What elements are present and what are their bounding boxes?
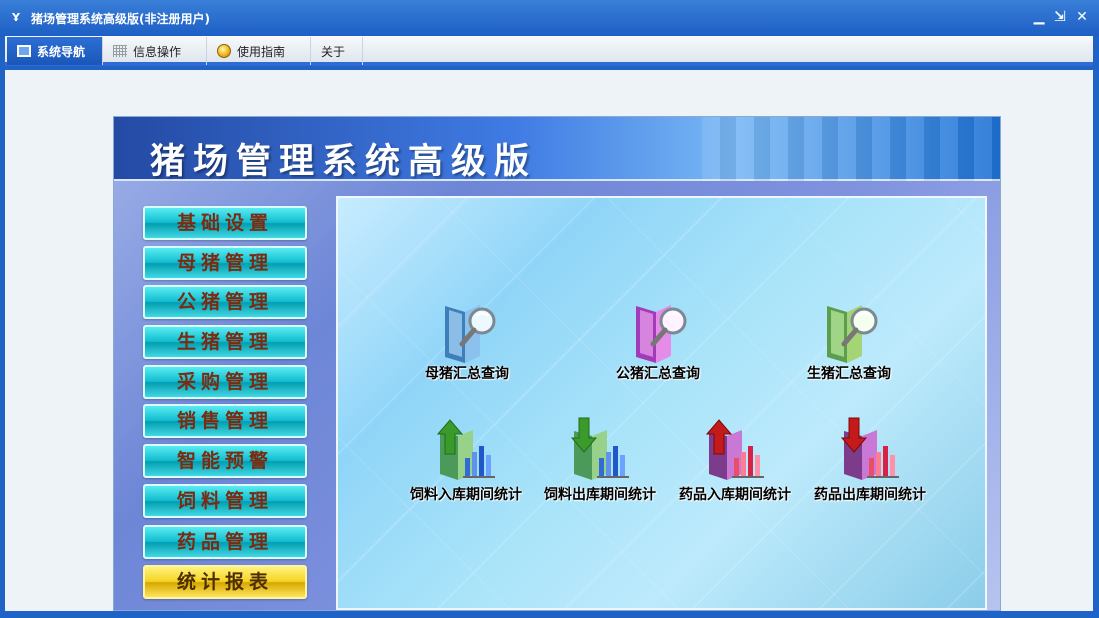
tab-about[interactable]: 关于 [311, 37, 363, 65]
title-bar[interactable]: Ұ 猪场管理系统高级版(非注册用户) ▁ ⇲ ✕ [0, 0, 1099, 36]
sidebar-item-smart-warning[interactable]: 智能预警 [143, 444, 307, 478]
sidebar-item-boar-management[interactable]: 公猪管理 [143, 285, 307, 319]
sow-summary-query-button[interactable]: 母猪汇总查询 [407, 301, 527, 383]
feed-inbound-statistics-button[interactable]: 饲料入库期间统计 [400, 416, 532, 504]
minimize-icon[interactable]: ▁ [1030, 8, 1048, 26]
pink-folder-magnifier-icon [636, 305, 687, 363]
system-title: 猪场管理系统高级版 [150, 142, 538, 182]
sidebar-item-sales-management[interactable]: 销售管理 [143, 404, 307, 438]
pig-summary-query-button[interactable]: 生猪汇总查询 [789, 301, 909, 383]
red-up-arrow-chart-icon [705, 419, 764, 480]
statistics-label: 药品出库期间统计 [814, 487, 926, 503]
sidebar-item-basic-settings[interactable]: 基础设置 [143, 206, 307, 240]
tab-user-guide[interactable]: 使用指南 [207, 37, 311, 65]
tab-information-operation[interactable]: 信息操作 [103, 37, 207, 65]
system-header: 猪场管理系统高级版 [114, 117, 1000, 182]
navigation-icon [17, 45, 31, 57]
blue-folder-magnifier-icon [445, 305, 496, 363]
statistics-label: 饲料出库期间统计 [544, 487, 656, 503]
query-label: 公猪汇总查询 [616, 366, 700, 382]
window-title: 猪场管理系统高级版(非注册用户) [31, 12, 210, 26]
tab-label: 关于 [321, 44, 346, 59]
tab-label: 使用指南 [237, 44, 286, 59]
sidebar-item-medicine-management[interactable]: 药品管理 [143, 525, 307, 559]
green-up-arrow-chart-icon [436, 419, 495, 480]
sidebar-item-pig-management[interactable]: 生猪管理 [143, 325, 307, 359]
statistics-label: 饲料入库期间统计 [410, 487, 522, 503]
application-window: Ұ 猪场管理系统高级版(非注册用户) ▁ ⇲ ✕ 系统导航 信息操作 使用指南 … [0, 0, 1099, 618]
green-folder-magnifier-icon [827, 305, 878, 363]
tab-label: 信息操作 [133, 44, 182, 59]
restore-icon[interactable]: ⇲ [1051, 8, 1069, 26]
query-label: 母猪汇总查询 [425, 366, 509, 382]
report-content-area: 母猪汇总查询 公猪汇总查询 生猪汇总查询 饲料入库期间统计 饲料出库期间统计 药… [336, 196, 987, 610]
sidebar-item-statistical-reports[interactable]: 统计报表 [143, 565, 307, 599]
tab-label: 系统导航 [37, 44, 86, 59]
coin-icon [217, 44, 231, 58]
feed-outbound-statistics-button[interactable]: 饲料出库期间统计 [534, 416, 666, 504]
medicine-outbound-statistics-button[interactable]: 药品出库期间统计 [804, 416, 936, 504]
app-logo-icon: Ұ [12, 11, 20, 24]
boar-summary-query-button[interactable]: 公猪汇总查询 [598, 301, 718, 383]
grid-icon [113, 45, 127, 57]
red-down-arrow-chart-icon [840, 417, 899, 480]
query-label: 生猪汇总查询 [807, 366, 891, 382]
close-icon[interactable]: ✕ [1073, 8, 1091, 26]
medicine-inbound-statistics-button[interactable]: 药品入库期间统计 [669, 416, 801, 504]
top-menu-bar: 系统导航 信息操作 使用指南 关于 [5, 36, 1093, 66]
sidebar-item-feed-management[interactable]: 饲料管理 [143, 484, 307, 518]
sidebar-item-purchase-management[interactable]: 采购管理 [143, 365, 307, 399]
green-down-arrow-chart-icon [570, 417, 629, 480]
sidebar-item-sow-management[interactable]: 母猪管理 [143, 246, 307, 280]
tab-system-navigation[interactable]: 系统导航 [7, 37, 103, 65]
main-navigation-panel: 猪场管理系统高级版 基础设置 母猪管理 公猪管理 生猪管理 采购管理 销售管理 … [113, 116, 1001, 611]
statistics-label: 药品入库期间统计 [679, 487, 791, 503]
